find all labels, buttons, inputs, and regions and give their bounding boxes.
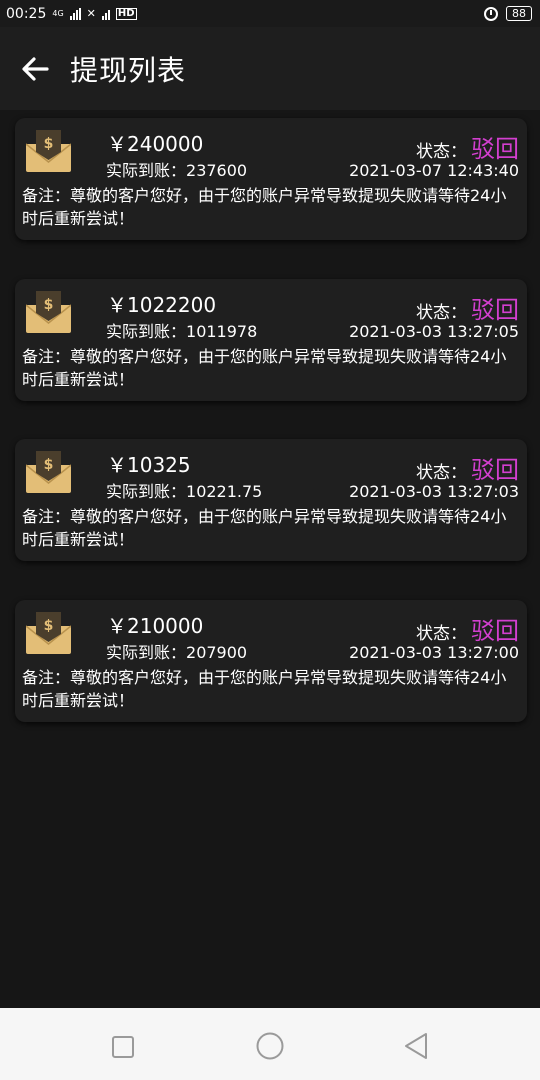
triangle-back-icon [405,1033,427,1059]
alarm-icon [484,6,498,21]
status-wrap: 状态： 驳回 [416,129,519,164]
arrow-left-icon [22,56,49,81]
square-icon [112,1036,134,1058]
actual-received: 实际到账：10221.75 [106,478,262,502]
money-envelope-icon: $ [26,451,71,493]
back-button[interactable] [0,27,70,110]
withdraw-remark: 备注：尊敬的客户您好，由于您的账户异常导致提现失败请等待24小时后重新尝试！ [22,347,507,389]
withdrawal-card[interactable]: $ ￥210000 实际到账：207900 状态： 驳回 2021-03-03 … [15,600,527,722]
withdraw-amount: ￥240000 [107,132,204,156]
actual-value: 10221.75 [186,482,263,501]
network-type: 4G [52,9,64,18]
withdrawal-card[interactable]: $ ￥10325 实际到账：10221.75 状态： 驳回 2021-03-03… [15,439,527,561]
withdrawal-card[interactable]: $ ￥240000 实际到账：237600 状态： 驳回 2021-03-07 … [15,118,527,240]
withdraw-time: 2021-03-03 13:27:00 [349,643,519,662]
actual-value: 1011978 [186,322,258,341]
withdraw-remark: 备注：尊敬的客户您好，由于您的账户异常导致提现失败请等待24小时后重新尝试！ [22,668,507,710]
money-envelope-icon: $ [26,291,71,333]
actual-label: 实际到账： [106,322,187,341]
status-right: 88 [484,6,532,21]
header-bar: 提现列表 [0,27,540,110]
withdraw-time: 2021-03-07 12:43:40 [349,161,519,180]
actual-label: 实际到账： [106,643,187,662]
page-title: 提现列表 [70,53,187,87]
actual-received: 实际到账：237600 [106,157,247,181]
actual-label: 实际到账： [106,161,187,180]
svg-text:$: $ [44,618,54,634]
signal-icon [69,7,81,20]
actual-value: 237600 [186,161,248,180]
svg-text:$: $ [44,457,54,473]
nav-home-button[interactable] [252,1028,288,1064]
withdraw-time: 2021-03-03 13:27:05 [349,322,519,341]
withdraw-remark: 备注：尊敬的客户您好，由于您的账户异常导致提现失败请等待24小时后重新尝试！ [22,507,507,549]
nav-back-button[interactable] [398,1028,434,1064]
withdraw-amount: ￥210000 [107,614,204,638]
status-badge: 驳回 [471,296,519,324]
actual-received: 实际到账：1011978 [106,318,257,342]
status-badge: 驳回 [471,617,519,645]
withdraw-amount: ￥1022200 [107,293,217,317]
signal-2-icon [101,8,110,20]
status-label: 状态： [416,463,467,483]
actual-received: 实际到账：207900 [106,639,247,663]
circle-icon [256,1032,284,1060]
status-badge: 驳回 [471,456,519,484]
money-envelope-icon: $ [26,612,71,654]
svg-text:$: $ [44,136,54,152]
status-time: 00:25 [6,5,47,22]
money-envelope-icon: $ [26,130,71,172]
status-bar: 00:25 4G ✕ HD 88 [0,0,540,27]
withdrawal-card[interactable]: $ ￥1022200 实际到账：1011978 状态： 驳回 2021-03-0… [15,279,527,401]
signal-off-icon: ✕ [86,7,96,20]
status-left: 00:25 4G ✕ HD [6,6,137,22]
svg-text:$: $ [44,297,54,313]
status-label: 状态： [416,624,467,644]
battery-indicator: 88 [506,6,532,21]
status-wrap: 状态： 驳回 [416,450,519,485]
status-label: 状态： [416,303,467,323]
actual-label: 实际到账： [106,482,187,501]
status-wrap: 状态： 驳回 [416,611,519,646]
withdraw-remark: 备注：尊敬的客户您好，由于您的账户异常导致提现失败请等待24小时后重新尝试！ [22,186,507,228]
nav-recents-button[interactable] [106,1030,140,1064]
withdraw-time: 2021-03-03 13:27:03 [349,482,519,501]
status-label: 状态： [416,142,467,162]
status-wrap: 状态： 驳回 [416,290,519,325]
hd-badge: HD [115,7,137,20]
status-badge: 驳回 [471,135,519,163]
system-nav-bar [0,1008,540,1080]
actual-value: 207900 [186,643,248,662]
withdraw-amount: ￥10325 [107,453,191,477]
